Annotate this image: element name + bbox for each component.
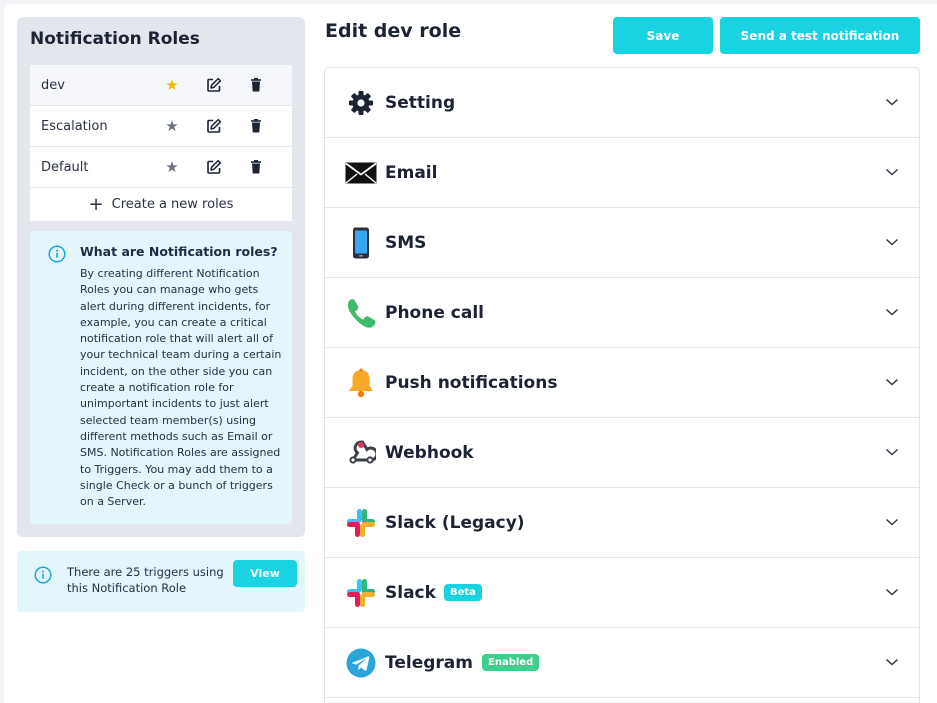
envelope-icon — [345, 157, 377, 189]
save-button[interactable]: Save — [613, 17, 713, 54]
chevron-down-icon — [885, 658, 899, 666]
section-label: SMS — [385, 232, 427, 253]
telegram-icon — [345, 647, 377, 679]
role-list: dev ★ Escalation ★ Default ★ + Create a … — [30, 65, 292, 221]
role-name: dev — [41, 77, 65, 93]
enabled-badge: Enabled — [482, 654, 540, 671]
star-icon[interactable]: ★ — [164, 77, 180, 93]
section-label: Slack — [385, 582, 436, 603]
chevron-down-icon — [885, 378, 899, 386]
star-icon[interactable]: ★ — [164, 159, 180, 175]
section-sms[interactable]: SMS — [325, 208, 919, 278]
page-title: Edit dev role — [325, 20, 462, 42]
info-description: By creating different Notification Roles… — [80, 267, 282, 509]
plus-icon: + — [88, 193, 104, 215]
view-triggers-button[interactable]: View — [233, 560, 297, 587]
info-icon — [48, 245, 66, 267]
trash-icon[interactable] — [248, 118, 264, 134]
chevron-down-icon — [885, 168, 899, 176]
section-webhook[interactable]: Webhook — [325, 418, 919, 488]
role-name: Escalation — [41, 118, 108, 134]
role-item-default[interactable]: Default ★ — [30, 147, 292, 188]
chevron-down-icon — [885, 448, 899, 456]
gear-icon — [345, 87, 377, 119]
section-email[interactable]: Email — [325, 138, 919, 208]
chevron-down-icon — [885, 238, 899, 246]
chevron-down-icon — [885, 588, 899, 596]
triggers-usage-box: There are 25 triggers using this Notific… — [17, 551, 305, 612]
trash-icon[interactable] — [248, 77, 264, 93]
edit-icon[interactable] — [206, 118, 222, 134]
roles-panel-title: Notification Roles — [30, 29, 200, 49]
section-telegram[interactable]: Telegram Enabled — [325, 628, 919, 698]
chevron-down-icon — [885, 98, 899, 106]
section-slack-legacy[interactable]: Slack (Legacy) — [325, 488, 919, 558]
notification-methods-accordion: Setting Email SMS Phone call Push notifi… — [324, 67, 920, 703]
mobile-phone-icon — [345, 227, 377, 259]
role-item-dev[interactable]: dev ★ — [30, 65, 292, 106]
chevron-down-icon — [885, 518, 899, 526]
section-label: Phone call — [385, 302, 484, 323]
create-role-label: Create a new roles — [111, 197, 234, 212]
beta-badge: Beta — [444, 584, 482, 601]
phone-handset-icon — [345, 297, 377, 329]
section-phone-call[interactable]: Phone call — [325, 278, 919, 348]
roles-info-box: What are Notification roles? By creating… — [30, 231, 292, 524]
section-slack[interactable]: Slack Beta — [325, 558, 919, 628]
info-icon — [34, 566, 52, 588]
triggers-usage-text: There are 25 triggers using this Notific… — [67, 565, 224, 595]
star-icon[interactable]: ★ — [164, 118, 180, 134]
info-title: What are Notification roles? — [80, 244, 278, 259]
chevron-down-icon — [885, 308, 899, 316]
create-role-button[interactable]: + Create a new roles — [30, 188, 292, 221]
bell-icon — [345, 367, 377, 399]
slack-icon — [345, 577, 377, 609]
section-label: Email — [385, 162, 438, 183]
section-label: Setting — [385, 92, 456, 113]
send-test-notification-button[interactable]: Send a test notification — [720, 17, 920, 54]
webhook-icon — [345, 437, 377, 469]
role-name: Default — [41, 159, 89, 175]
trash-icon[interactable] — [248, 159, 264, 175]
section-label: Push notifications — [385, 372, 558, 393]
section-label: Telegram — [385, 652, 473, 673]
section-label: Webhook — [385, 442, 474, 463]
edit-icon[interactable] — [206, 77, 222, 93]
section-push-notifications[interactable]: Push notifications — [325, 348, 919, 418]
edit-icon[interactable] — [206, 159, 222, 175]
notification-roles-panel: Notification Roles dev ★ Escalation ★ De… — [17, 17, 305, 537]
section-setting[interactable]: Setting — [325, 68, 919, 138]
role-item-escalation[interactable]: Escalation ★ — [30, 106, 292, 147]
section-label: Slack (Legacy) — [385, 512, 525, 533]
slack-icon — [345, 507, 377, 539]
